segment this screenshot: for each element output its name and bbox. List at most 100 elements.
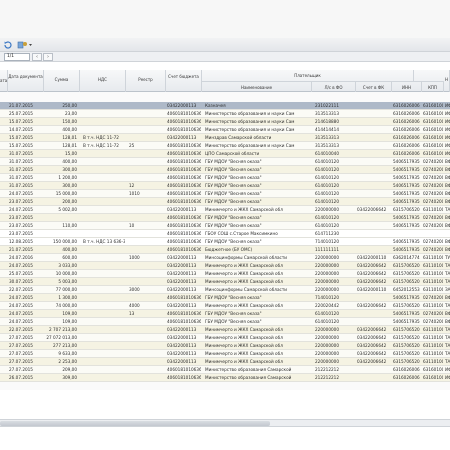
table-row[interactable]: 23.07.2015 110,00 10 40601810106360 ГБУ МДОУ… (0, 222, 450, 230)
table-row[interactable]: 24.07.2015 109,00 13 40601810106360 ГБУ МДОУ… (0, 310, 450, 318)
table-row[interactable]: 21.07.2015 400,00 40601810106360 Бюджетное … (0, 246, 450, 254)
cell-n: ИФК по Са (445, 127, 450, 132)
table-row[interactable]: 24.07.2015 5 002,00 03422000113 Минимчерто … (0, 206, 450, 214)
table-row[interactable]: 12.08.2015 150 000,00 В т.ч. НДС 13 636-36… (0, 238, 450, 246)
cell-name: ГБУ МДОУ "Весняя оказа" (205, 223, 262, 228)
table-row[interactable]: 27.07.2015 209,00 40601810106360 Министерст… (0, 366, 450, 374)
header-nds[interactable]: НДС (80, 70, 126, 92)
table-row[interactable]: 14.07.2015 400,00 40601810106360 Министерст… (0, 126, 450, 134)
table-row[interactable]: 31.07.2015 1 200,00 40601810106360 ГБУ МДОУ… (0, 174, 450, 182)
refresh-button[interactable] (2, 40, 14, 50)
cell-d2: 31.07.2015 (9, 159, 33, 164)
chevron-left-icon: ‹ (36, 54, 38, 60)
cell-reestr (129, 326, 163, 334)
cell-nds (83, 334, 125, 342)
cell-d2: 27.07.2015 (9, 343, 33, 348)
cell-nds (83, 310, 125, 318)
header-ls[interactable]: Л/с в ФО (312, 81, 356, 92)
page-indicator[interactable]: 1/1 (4, 53, 30, 61)
cell-kpp: 631601001 (423, 375, 443, 380)
header-date[interactable]: Дата документа (8, 70, 44, 92)
cell-nds (83, 254, 125, 262)
cell-reestr (129, 294, 163, 302)
table-row[interactable]: 23.07.2015 40601810106360 ГБОУ СОШ с.Старо… (0, 230, 450, 238)
table-row[interactable]: 30.07.2015 5 003,00 03422000113 Минимчерто … (0, 278, 450, 286)
tools-dropdown-button[interactable] (16, 40, 34, 50)
table-row[interactable]: 24.07.2015 109,00 40601810106360 ГБУ МДОУ "… (0, 318, 450, 326)
cell-ls: 313513313 (315, 135, 339, 140)
table-row[interactable]: 22.07.2015 2 707 213,00 03422000113 Минимче… (0, 326, 450, 334)
header-schet[interactable]: Счет бюджета (166, 70, 202, 92)
table-row[interactable]: 27.07.2015 27 072 013,00 03422000113 Минимч… (0, 334, 450, 342)
cell-name: Минимчерто и ЖКХ Самарской обл (205, 335, 283, 340)
cell-d2: 21.07.2015 (9, 247, 33, 252)
cell-reestr: 12 (129, 183, 135, 188)
horizontal-scrollbar[interactable] (0, 419, 450, 427)
cell-d1 (1, 262, 7, 270)
cell-kpp: 631601001 (423, 143, 443, 148)
table-row[interactable]: 31.07.2015 400,00 40601810106360 ГБУ МДОУ "… (0, 158, 450, 166)
header-fk[interactable]: Счет в ФК (356, 81, 392, 92)
table-row[interactable]: 31.07.2015 15,00 40601810106360 ЦПО Самарск… (0, 150, 450, 158)
cell-d1 (1, 150, 7, 158)
table-row[interactable]: 27.07.2015 9 633,00 03422000113 Минимчерто … (0, 350, 450, 358)
table-row[interactable]: 25.07.2015 10 000,00 03422000113 Минимчерто… (0, 270, 450, 278)
cell-fk: 03422006642 (357, 343, 387, 348)
next-page-button[interactable]: › (43, 53, 53, 61)
cell-d2: 23.07.2015 (9, 199, 33, 204)
cell-name: ГБУ МДОУ "Весняя оказа" (205, 175, 262, 180)
cell-n (445, 230, 450, 238)
cell-fk (357, 246, 391, 254)
cell-nds (83, 126, 125, 134)
table-row[interactable]: 24.07.2015 3 033,00 03422000113 Минимчерто … (0, 262, 450, 270)
cell-kpp: 631601001 (423, 111, 443, 116)
prev-page-button[interactable]: ‹ (32, 53, 42, 61)
table-row[interactable]: 24.07.2015 74 000,00 4000 03422000113 Минимч… (0, 302, 450, 310)
cell-nds: В т.ч. НДС 11-72 (83, 135, 119, 140)
cell-d1 (1, 374, 7, 382)
header-ata[interactable]: ата (0, 70, 8, 92)
cell-name: Министерство образования Самарской (205, 367, 292, 372)
table-row[interactable]: 23.07.2015 40601810106360 ГБУ МДОУ "Весняя… (0, 214, 450, 222)
table-row[interactable]: 27.07.2015 2 253,00 03422000113 Минимчерто … (0, 358, 450, 366)
table-row[interactable]: 15.07.2015 150,00 40601810106360 Министерст… (0, 118, 450, 126)
table-row[interactable]: 24.07.2016 600,00 1000 03422000113 Минсоцинф… (0, 254, 450, 262)
cell-sum: 309,00 (62, 375, 77, 380)
cell-sum: 400,00 (62, 159, 77, 164)
table-row[interactable]: 24.07.2015 15 000,00 1010 40601810106360 ГБУ… (0, 190, 450, 198)
header-kpp[interactable]: КПП (422, 81, 444, 92)
cell-n: ИФК по Са (445, 375, 450, 380)
cell-schet: 03422000113 (167, 255, 197, 260)
cell-reestr (129, 334, 163, 342)
header-sum[interactable]: Сумма (44, 70, 80, 92)
cell-d1 (1, 230, 7, 238)
header-inn[interactable]: ИНН (392, 81, 422, 92)
table-row[interactable]: 31.07.2015 300,00 12 40601810106360 ГБУ МДОУ… (0, 182, 450, 190)
chevron-right-icon: › (47, 54, 49, 60)
cell-reestr (129, 214, 163, 222)
cell-ls: 614711230 (315, 231, 339, 236)
table-row[interactable]: 24.07.2015 1 300,00 40601810106360 ГБУ МДОУ… (0, 294, 450, 302)
table-row[interactable]: 15.07.2015 128,01 В т.ч. НДС 11-72 03422000… (0, 134, 450, 142)
cell-name: ГБУ МДОУ "Весняя оказа" (205, 191, 262, 196)
cell-d2: 21.07.2015 (9, 103, 33, 108)
header-name[interactable]: Наименование (202, 81, 312, 92)
header-n[interactable]: Н (444, 70, 450, 92)
cell-name: Минздрав Самарской области (205, 135, 272, 140)
cell-d1 (1, 206, 7, 214)
table-row[interactable]: 25.07.2015 23,00 40601810106360 Министерств… (0, 110, 450, 118)
grid-header: ата Дата документа Сумма НДС Реестр Счет… (0, 70, 450, 92)
table-row[interactable]: 23.07.2015 200,00 40601810106360 ГБУ МДОУ "… (0, 198, 450, 206)
table-row[interactable]: 15.07.2015 128,01 В т.ч. НДС 11-72 25 406018… (0, 142, 450, 150)
table-row[interactable]: 27.07.2015 277 213,00 03422000113 Минимчерт… (0, 342, 450, 350)
table-row[interactable]: 21.07.2015 250,00 03422000113 Казначея 23102… (0, 102, 450, 110)
cell-fk (357, 214, 391, 222)
cell-schet: 40601810106360 (167, 151, 201, 156)
table-row[interactable]: 31.07.2015 300,00 40601810106360 ГБУ МДОУ "… (0, 166, 450, 174)
cell-name: Министерство образования Самарской (205, 375, 292, 380)
cell-n: ВФ ОАО "С (445, 319, 450, 324)
table-row[interactable]: 26.07.2015 309,00 40601810106360 Министерст… (0, 374, 450, 382)
header-reestr[interactable]: Реестр (126, 70, 166, 92)
table-row[interactable]: 22.07.2015 77 000,00 3000 03422000113 Минсоц… (0, 286, 450, 294)
scrollbar-thumb[interactable] (0, 421, 270, 426)
